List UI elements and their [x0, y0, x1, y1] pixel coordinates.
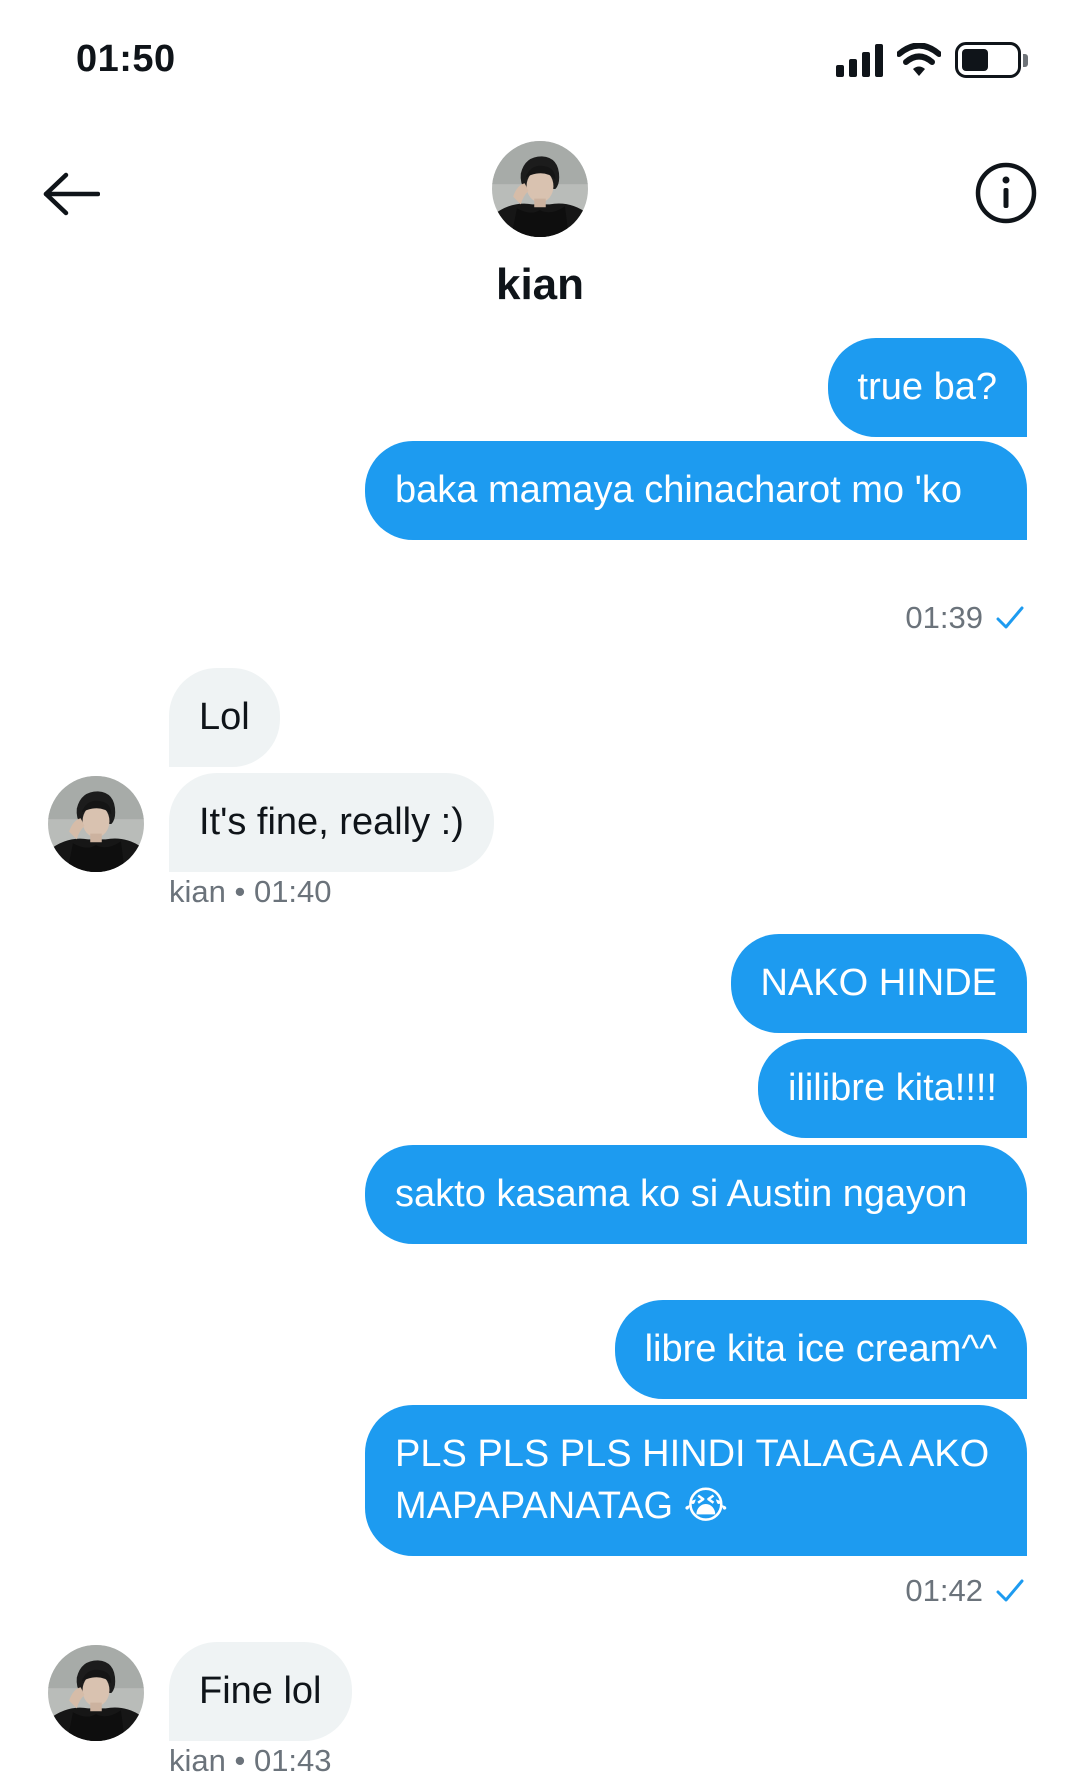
battery-icon — [955, 42, 1028, 78]
message-timestamp: kian • 01:43 — [169, 1743, 332, 1778]
contact-avatar[interactable] — [48, 1645, 144, 1741]
status-time: 01:50 — [76, 38, 176, 80]
message-timestamp: kian • 01:40 — [169, 874, 332, 909]
checkmark-icon — [996, 606, 1024, 629]
message-sent[interactable]: ililibre kita!!!! — [757, 1039, 1027, 1138]
message-sent[interactable]: PLS PLS PLS HINDI TALAGA AKO MAPAPANATAG… — [365, 1405, 1027, 1556]
cellular-signal-icon — [836, 43, 883, 77]
checkmark-icon — [996, 1579, 1024, 1602]
contact-name[interactable]: kian — [0, 260, 1080, 310]
message-timestamp: 01:39 — [905, 600, 1025, 636]
wifi-icon — [897, 43, 941, 76]
message-sent[interactable]: baka mamaya chinacharot mo 'ko — [365, 441, 1027, 540]
timestamp-text: 01:42 — [905, 1573, 983, 1608]
contact-avatar[interactable] — [492, 141, 588, 237]
message-timestamp: 01:42 — [905, 1573, 1025, 1609]
message-received[interactable]: Fine lol — [169, 1642, 352, 1741]
message-sent[interactable]: NAKO HINDE — [730, 934, 1027, 1033]
message-received[interactable]: Lol — [169, 668, 280, 767]
info-button[interactable] — [974, 161, 1038, 225]
status-icons — [836, 40, 1028, 80]
back-button[interactable] — [40, 163, 102, 225]
timestamp-text: 01:39 — [905, 600, 983, 635]
message-sent[interactable]: libre kita ice cream^^ — [614, 1300, 1027, 1399]
message-sent[interactable]: true ba? — [827, 338, 1027, 437]
crying-face-emoji-icon: 😭 — [683, 1483, 728, 1527]
message-received[interactable]: It's fine, really :) — [169, 773, 494, 872]
message-sent[interactable]: sakto kasama ko si Austin ngayon — [365, 1145, 1027, 1244]
info-icon — [975, 162, 1037, 224]
contact-avatar[interactable] — [48, 776, 144, 872]
back-arrow-icon — [43, 172, 100, 216]
